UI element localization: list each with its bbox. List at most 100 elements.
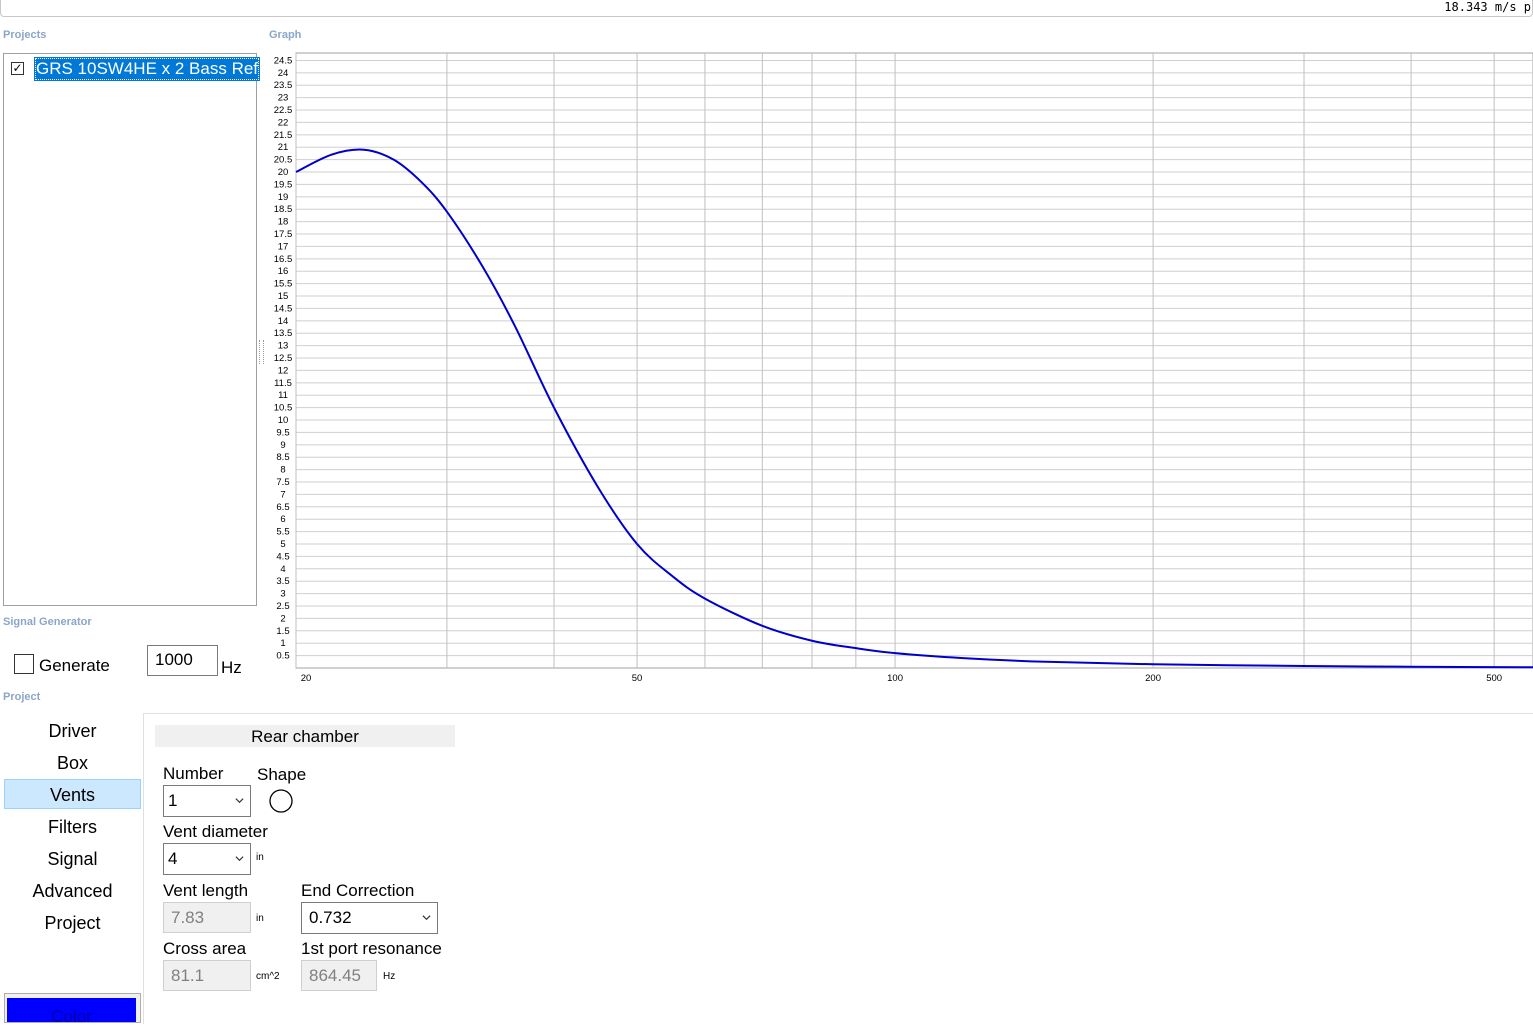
end-correction-select[interactable]: 0.732 xyxy=(301,902,438,934)
y-tick-label: 16 xyxy=(278,266,289,277)
cross-area-label: Cross area xyxy=(163,939,247,958)
y-tick-label: 15.5 xyxy=(274,279,293,290)
y-tick-label: 7.5 xyxy=(276,477,289,488)
y-tick-label: 16.5 xyxy=(274,254,293,265)
y-tick-label: 4.5 xyxy=(276,551,289,562)
y-tick-label: 9 xyxy=(280,440,285,451)
y-tick-label: 18 xyxy=(278,217,289,228)
y-tick-label: 19.5 xyxy=(274,179,293,190)
y-tick-label: 12 xyxy=(278,365,289,376)
end-correction-label: End Correction xyxy=(301,881,415,900)
nav-filters[interactable]: Filters xyxy=(4,812,141,842)
project-item-label[interactable]: GRS 10SW4HE x 2 Bass Ref xyxy=(34,57,261,81)
y-tick-label: 21 xyxy=(278,142,289,153)
y-tick-label: 13.5 xyxy=(274,328,293,339)
plot-area xyxy=(295,52,1533,669)
vent-diameter-value: 4 xyxy=(168,849,178,868)
y-tick-label: 6.5 xyxy=(276,502,289,513)
y-tick-label: 11 xyxy=(278,390,288,401)
y-tick-label: 3.5 xyxy=(276,576,289,587)
speed-readout: 18.343 m/s p xyxy=(1444,0,1531,14)
y-tick-label: 20 xyxy=(278,167,289,178)
y-tick-label: 22 xyxy=(278,117,289,128)
y-tick-label: 23 xyxy=(278,93,289,104)
y-tick-label: 14 xyxy=(278,316,289,327)
end-correction-value: 0.732 xyxy=(309,908,352,927)
y-tick-label: 15 xyxy=(278,291,289,302)
y-tick-label: 2 xyxy=(280,613,285,624)
signal-generator-section-label: Signal Generator xyxy=(3,616,92,628)
vent-diameter-label: Vent diameter xyxy=(163,822,268,841)
y-tick-label: 21.5 xyxy=(274,130,293,141)
cross-area-unit: cm^2 xyxy=(256,971,280,982)
y-tick-label: 3 xyxy=(280,589,285,600)
y-tick-label: 24 xyxy=(278,68,289,79)
y-tick-label: 4 xyxy=(280,564,285,575)
generate-checkbox[interactable] xyxy=(14,654,34,674)
y-tick-label: 10 xyxy=(278,415,289,426)
port-resonance-unit: Hz xyxy=(383,971,396,982)
y-tick-label: 8 xyxy=(280,465,285,476)
number-label: Number xyxy=(163,764,224,783)
projects-section-label: Projects xyxy=(3,29,47,41)
x-tick-label: 50 xyxy=(632,673,643,684)
nav-box[interactable]: Box xyxy=(4,748,141,778)
y-tick-label: 14.5 xyxy=(274,303,293,314)
y-tick-label: 17 xyxy=(278,241,289,252)
vent-diameter-select[interactable]: 4 xyxy=(163,843,251,875)
tab-rear-chamber[interactable]: Rear chamber xyxy=(155,725,455,747)
generate-label: Generate xyxy=(39,656,110,675)
cross-area-field: 81.1 xyxy=(163,960,251,991)
port-resonance-label: 1st port resonance xyxy=(301,939,442,958)
nav-project[interactable]: Project xyxy=(4,908,141,938)
port-resonance-field: 864.45 xyxy=(301,960,377,991)
vent-diameter-unit: in xyxy=(256,852,264,863)
x-tick-label: 100 xyxy=(887,673,903,684)
chevron-down-icon xyxy=(422,915,431,921)
y-tick-label: 12.5 xyxy=(274,353,293,364)
y-tick-label: 20.5 xyxy=(274,155,293,166)
color-button[interactable]: Color xyxy=(4,993,141,1026)
nav-vents[interactable]: Vents xyxy=(4,779,141,809)
number-select-value: 1 xyxy=(168,791,178,810)
color-button-label: Color xyxy=(51,1007,92,1026)
y-tick-label: 5.5 xyxy=(276,527,289,538)
x-tick-label: 200 xyxy=(1145,673,1161,684)
y-tick-label: 1.5 xyxy=(276,626,289,637)
y-tick-label: 23.5 xyxy=(274,80,293,91)
y-tick-label: 13 xyxy=(278,341,289,352)
y-tick-label: 7 xyxy=(280,489,285,500)
vent-length-unit: in xyxy=(256,913,264,924)
project-checkbox[interactable]: ✓ xyxy=(11,62,24,75)
top-status-bar xyxy=(0,0,1533,17)
project-section-label: Project xyxy=(3,691,41,703)
graph-section-label: Graph xyxy=(269,29,302,41)
nav-driver[interactable]: Driver xyxy=(4,716,141,746)
y-tick-label: 6 xyxy=(280,514,285,525)
y-tick-label: 24.5 xyxy=(274,55,293,66)
y-tick-label: 11.5 xyxy=(274,378,292,389)
y-tick-label: 1 xyxy=(280,638,285,649)
nav-signal[interactable]: Signal xyxy=(4,844,141,874)
y-tick-label: 5 xyxy=(280,539,285,550)
y-tick-label: 19 xyxy=(278,192,289,203)
frequency-input[interactable]: 1000 xyxy=(147,645,218,676)
x-tick-label: 20 xyxy=(301,673,312,684)
y-tick-label: 18.5 xyxy=(274,204,293,215)
number-select[interactable]: 1 xyxy=(163,785,251,817)
frequency-unit: Hz xyxy=(221,658,242,677)
y-tick-label: 10.5 xyxy=(274,403,293,414)
nav-advanced[interactable]: Advanced xyxy=(4,876,141,906)
chevron-down-icon xyxy=(235,856,244,862)
y-tick-label: 8.5 xyxy=(276,452,289,463)
x-tick-label: 500 xyxy=(1486,673,1502,684)
y-tick-label: 22.5 xyxy=(274,105,293,116)
y-tick-label: 17.5 xyxy=(274,229,293,240)
vent-length-label: Vent length xyxy=(163,881,249,900)
chevron-down-icon xyxy=(235,798,244,804)
y-tick-label: 2.5 xyxy=(276,601,289,612)
circle-icon[interactable] xyxy=(268,788,294,814)
projects-list[interactable] xyxy=(3,53,257,606)
shape-label: Shape xyxy=(257,765,307,784)
response-chart: 0.511.522.533.544.555.566.577.588.599.51… xyxy=(274,52,1533,684)
